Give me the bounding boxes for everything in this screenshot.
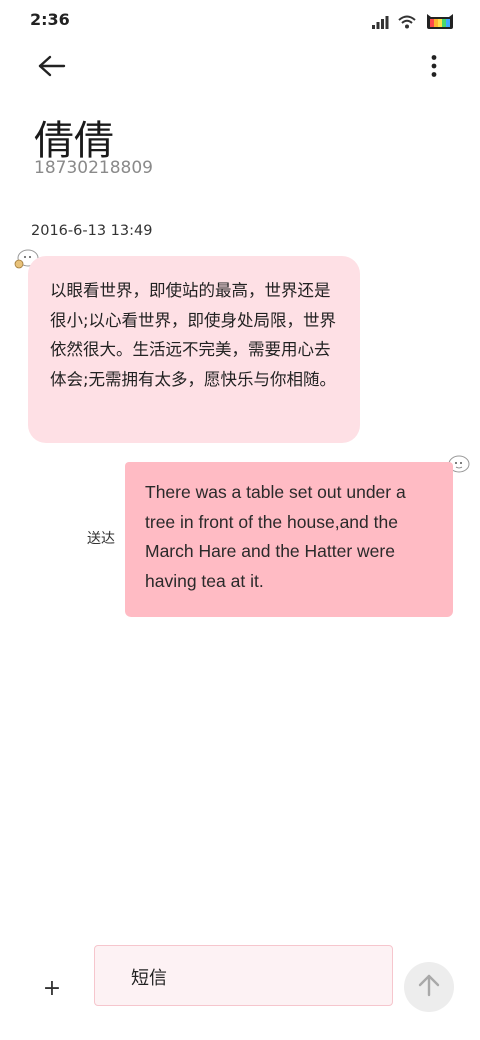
battery-icon	[424, 12, 456, 34]
status-time: 2:36	[30, 10, 70, 29]
contact-number: 18730218809	[34, 158, 153, 178]
message-input[interactable]: 短信	[94, 945, 393, 1006]
status-icons	[372, 12, 456, 34]
wifi-icon	[398, 14, 416, 33]
message-timestamp: 2016-6-13 13:49	[31, 223, 153, 239]
incoming-message-bubble[interactable]: 以眼看世界，即使站的最高，世界还是很小;以心看世界，即使身处局限，世界依然很大。…	[28, 256, 360, 443]
delivery-status: 送达	[87, 531, 115, 547]
conversation-screen: 2:36 倩倩 18730218809 2016-6-13 13:49 以眼看世…	[0, 0, 480, 1040]
incoming-message-text: 以眼看世界，即使站的最高，世界还是很小;以心看世界，即使身处局限，世界依然很大。…	[50, 281, 337, 389]
arrow-left-icon	[38, 55, 66, 81]
more-vertical-icon	[431, 54, 437, 82]
back-button[interactable]	[30, 50, 74, 86]
outgoing-message-bubble[interactable]: There was a table set out under a tree i…	[125, 462, 453, 617]
arrow-up-icon	[418, 973, 440, 1001]
signal-icon	[372, 14, 390, 33]
status-bar: 2:36	[0, 0, 480, 42]
message-input-placeholder: 短信	[131, 968, 167, 989]
outgoing-message-text: There was a table set out under a tree i…	[145, 482, 406, 591]
more-options-button[interactable]	[422, 50, 446, 86]
add-attachment-button[interactable]: +	[38, 974, 66, 1002]
send-button[interactable]	[404, 962, 454, 1012]
